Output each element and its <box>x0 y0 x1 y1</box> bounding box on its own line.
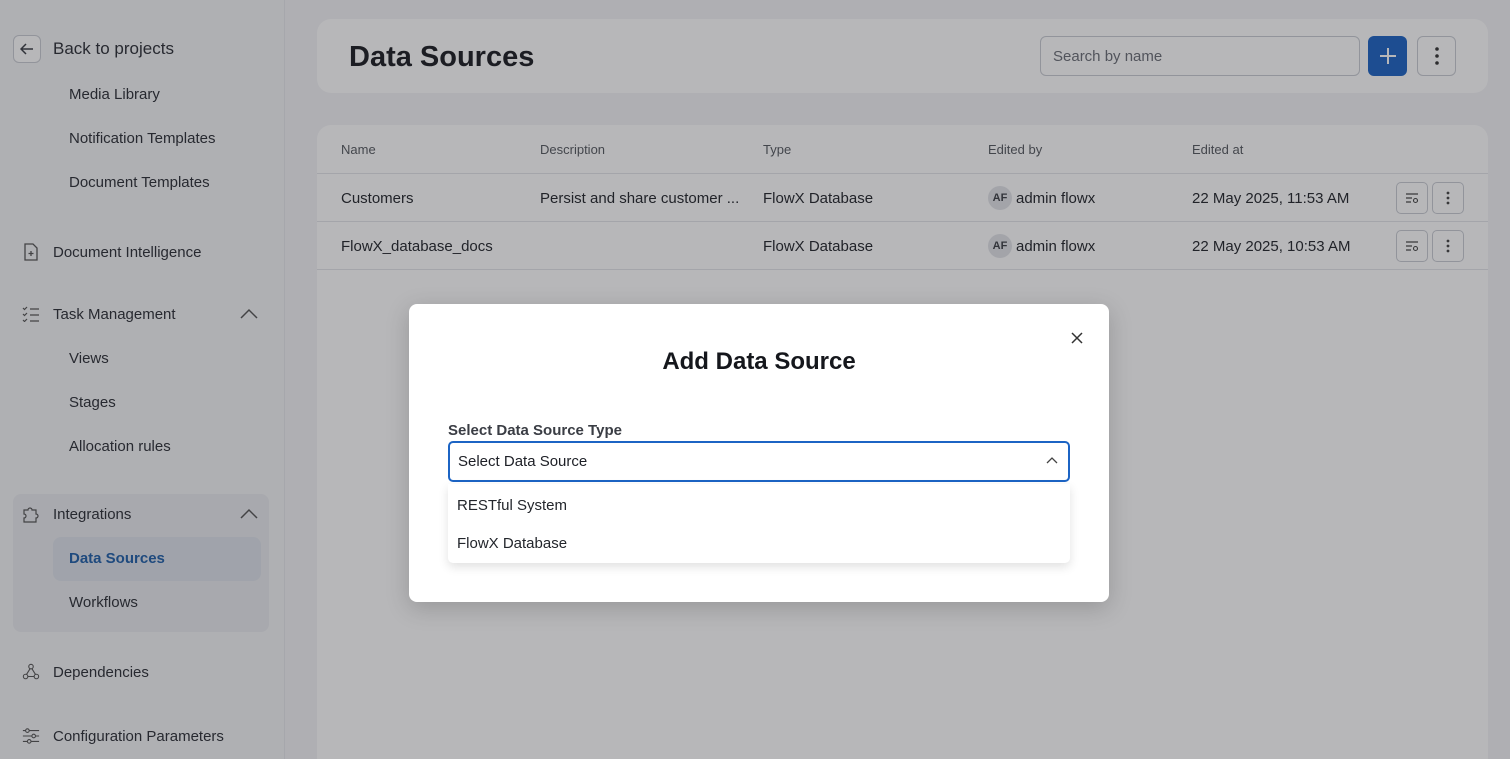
close-button[interactable] <box>1067 328 1087 348</box>
add-data-source-dialog: Add Data Source Select Data Source Type … <box>409 304 1109 602</box>
data-source-type-dropdown: RESTful System FlowX Database <box>448 484 1070 563</box>
select-value: Select Data Source <box>458 453 588 470</box>
close-icon <box>1071 332 1083 344</box>
chevron-up-icon <box>1046 457 1058 464</box>
data-source-type-label: Select Data Source Type <box>448 422 622 439</box>
data-source-type-select[interactable]: Select Data Source <box>448 441 1070 482</box>
option-restful-system[interactable]: RESTful System <box>457 497 567 514</box>
option-flowx-database[interactable]: FlowX Database <box>457 535 567 552</box>
dialog-title: Add Data Source <box>662 348 856 375</box>
